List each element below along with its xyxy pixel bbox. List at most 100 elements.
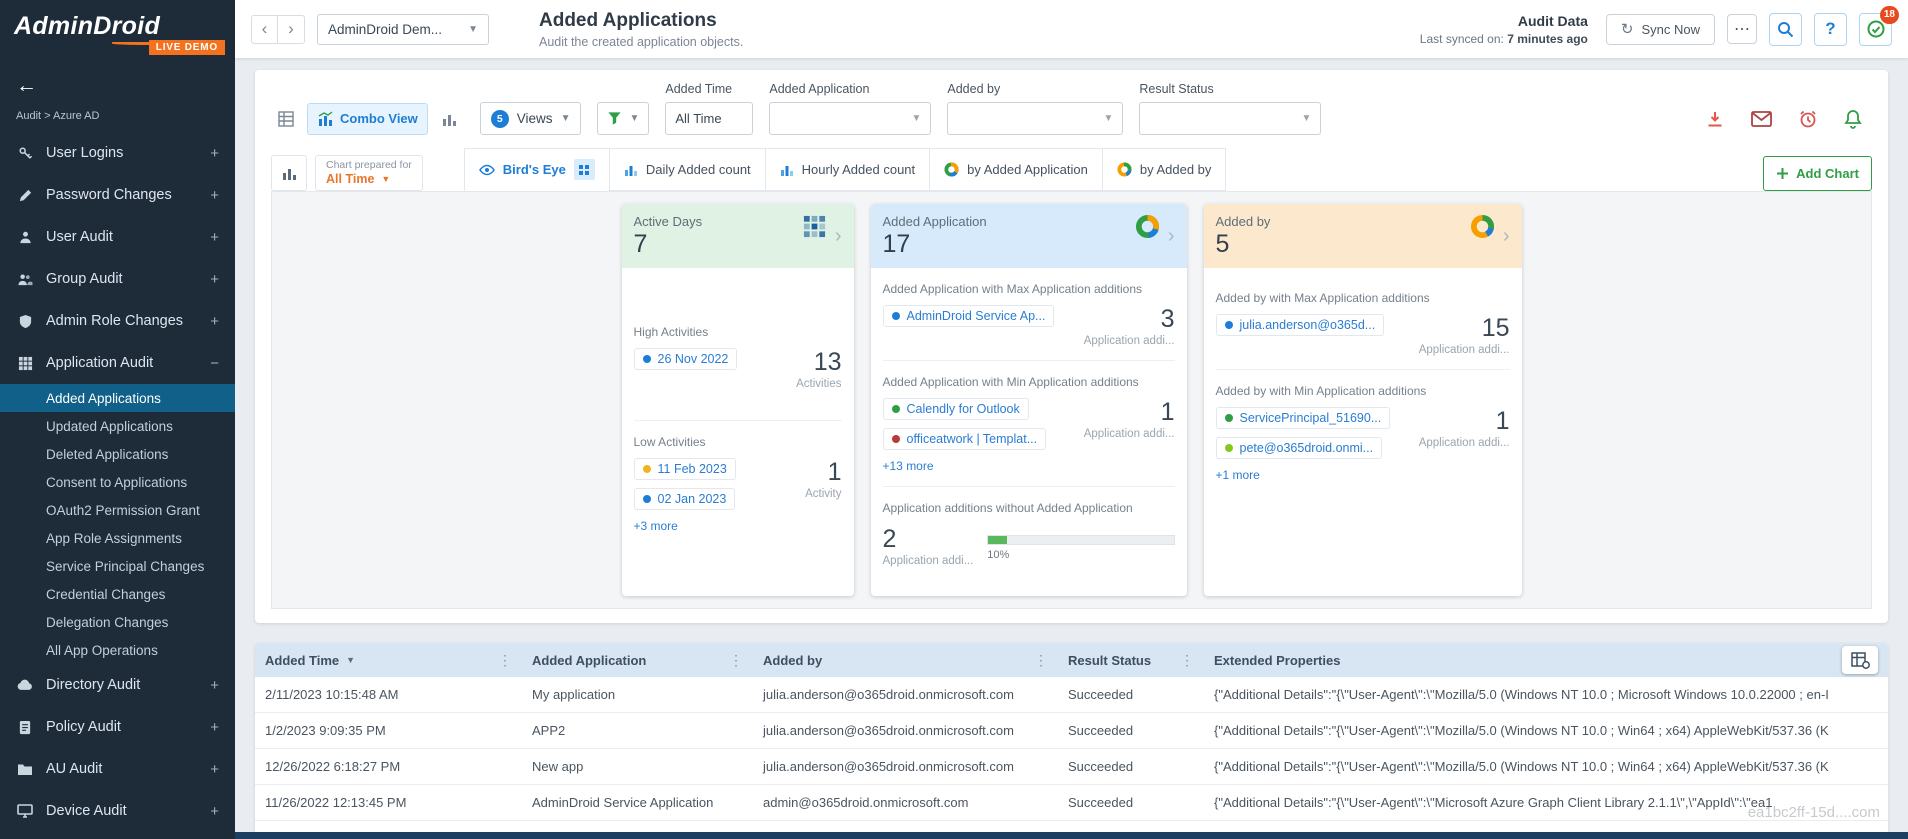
expand-icon[interactable]: +: [210, 761, 219, 778]
tab-birds-eye[interactable]: Bird's Eye: [463, 148, 610, 191]
sidebar-subitem[interactable]: Added Applications: [0, 384, 235, 412]
sidebar-subitem[interactable]: Credential Changes: [0, 580, 235, 608]
more-link[interactable]: +1 more: [1216, 468, 1510, 482]
sidebar-item-application-audit[interactable]: Application Audit −: [0, 342, 235, 384]
card-item-chip[interactable]: AdminDroid Service Ap...: [882, 305, 1055, 328]
expand-icon[interactable]: +: [210, 271, 219, 288]
expand-icon[interactable]: +: [210, 187, 219, 204]
tab-hourly-added-count[interactable]: Hourly Added count: [764, 148, 931, 191]
sync-now-button[interactable]: ↻ Sync Now: [1605, 13, 1715, 45]
column-header-extended-properties[interactable]: Extended Properties: [1204, 643, 1888, 677]
alert-bell-button[interactable]: [1844, 109, 1862, 129]
tab-by-added-application[interactable]: by Added Application: [929, 148, 1103, 191]
card-item-chip[interactable]: pete@o365droid.onmi...: [1215, 437, 1383, 460]
grid-view-button[interactable]: [271, 104, 301, 134]
expand-icon[interactable]: +: [210, 229, 219, 246]
sidebar-subitem[interactable]: App Role Assignments: [0, 524, 235, 552]
views-dropdown[interactable]: 5 Views ▼: [479, 102, 582, 135]
column-header-added-by[interactable]: Added by ⋮: [753, 643, 1058, 677]
more-link[interactable]: +3 more: [634, 519, 842, 533]
added-application-card-header[interactable]: Added Application 17 ›: [870, 204, 1187, 268]
more-options-button[interactable]: ⋯: [1727, 14, 1757, 44]
column-menu-icon[interactable]: ⋮: [721, 652, 743, 669]
added-application-filter-select[interactable]: ▼: [769, 102, 932, 135]
combo-view-button[interactable]: Combo View: [307, 102, 428, 135]
chart-type-selector-icon[interactable]: [573, 159, 595, 180]
add-chart-button[interactable]: Add Chart: [1763, 156, 1872, 191]
card-item-chip[interactable]: 02 Jan 2023: [633, 488, 736, 511]
search-button[interactable]: [1769, 12, 1802, 46]
column-header-result-status[interactable]: Result Status ⋮: [1058, 643, 1204, 677]
chart-prepared-for-dropdown[interactable]: Chart prepared for All Time ▼: [315, 155, 423, 191]
sidebar-item-user-logins[interactable]: User Logins +: [0, 132, 235, 174]
table-row[interactable]: 11/26/2022 12:13:45 PM AdminDroid Servic…: [255, 785, 1888, 821]
table-row[interactable]: 1/2/2023 9:09:35 PM APP2 julia.anderson@…: [255, 713, 1888, 749]
column-menu-icon[interactable]: ⋮: [1026, 652, 1048, 669]
collapse-icon[interactable]: −: [210, 355, 219, 372]
column-header-added-time[interactable]: Added Time ▼ ⋮: [255, 643, 522, 677]
sidebar-item-label: Application Audit: [46, 355, 154, 371]
export-download-button[interactable]: [1705, 109, 1725, 129]
sidebar-subitem[interactable]: OAuth2 Permission Grant: [0, 496, 235, 524]
history-back-button[interactable]: ‹: [251, 14, 278, 44]
tenant-selector[interactable]: AdminDroid Dem... ▼: [317, 13, 489, 45]
sidebar-subitem[interactable]: Service Principal Changes: [0, 552, 235, 580]
table-row[interactable]: 2/11/2023 10:15:48 AM My application jul…: [255, 677, 1888, 713]
added-by-filter-select[interactable]: ▼: [947, 102, 1124, 135]
sidebar-item-directory-audit[interactable]: Directory Audit +: [0, 664, 235, 706]
column-menu-icon[interactable]: ⋮: [490, 652, 512, 669]
sidebar-subitem[interactable]: Consent to Applications: [0, 468, 235, 496]
help-button[interactable]: ?: [1814, 12, 1847, 46]
tab-daily-added-count[interactable]: Daily Added count: [608, 148, 766, 191]
result-status-filter-select[interactable]: ▼: [1139, 102, 1322, 135]
sidebar-item-policy-audit[interactable]: Policy Audit +: [0, 706, 235, 748]
chevron-right-icon[interactable]: ›: [835, 225, 842, 248]
back-arrow-icon[interactable]: ←: [16, 74, 37, 97]
column-chooser-button[interactable]: [1842, 646, 1878, 674]
column-header-added-application[interactable]: Added Application ⋮: [522, 643, 753, 677]
more-link[interactable]: +13 more: [883, 459, 1175, 473]
column-menu-icon[interactable]: ⋮: [1172, 652, 1194, 669]
notifications-button[interactable]: 18: [1859, 5, 1899, 46]
card-item-chip[interactable]: Calendly for Outlook: [882, 398, 1029, 421]
sidebar-item-user-audit[interactable]: User Audit +: [0, 216, 235, 258]
sidebar-subitem-label: Consent to Applications: [46, 474, 188, 490]
watermark: ea1bc2ff-15d....com: [1747, 804, 1880, 821]
chevron-right-icon[interactable]: ›: [1168, 225, 1175, 248]
table-row[interactable]: 12/26/2022 6:18:27 PM New app julia.ande…: [255, 749, 1888, 785]
added-time-filter-value[interactable]: All Time: [665, 102, 754, 135]
chevron-right-icon[interactable]: ›: [1503, 225, 1510, 248]
active-days-card-header[interactable]: Active Days 7 ›: [621, 204, 854, 268]
card-item-chip[interactable]: officeatwork | Templat...: [882, 428, 1047, 451]
email-report-button[interactable]: [1751, 110, 1772, 127]
sidebar-subitem[interactable]: All App Operations: [0, 636, 235, 664]
horizontal-scrollbar[interactable]: [235, 832, 1908, 839]
sort-desc-icon[interactable]: ▼: [346, 655, 355, 665]
expand-icon[interactable]: +: [210, 145, 219, 162]
expand-icon[interactable]: +: [210, 719, 219, 736]
sidebar-item-label: Group Audit: [46, 271, 123, 287]
card-item-chip[interactable]: ServicePrincipal_51690...: [1215, 407, 1391, 430]
card-item-chip[interactable]: 26 Nov 2022: [633, 348, 738, 371]
chart-settings-button[interactable]: [271, 155, 307, 191]
cell-added-time: 12/26/2022 6:18:27 PM: [265, 759, 401, 774]
card-item-chip[interactable]: 11 Feb 2023: [633, 458, 736, 481]
expand-icon[interactable]: +: [210, 313, 219, 330]
expand-icon[interactable]: +: [210, 677, 219, 694]
filter-button[interactable]: ▼: [597, 102, 650, 135]
sidebar-subitem[interactable]: Delegation Changes: [0, 608, 235, 636]
expand-icon[interactable]: +: [210, 803, 219, 820]
sidebar-subitem[interactable]: Updated Applications: [0, 412, 235, 440]
sidebar-item-admin-role-changes[interactable]: Admin Role Changes +: [0, 300, 235, 342]
sidebar-subitem[interactable]: Deleted Applications: [0, 440, 235, 468]
card-item-chip[interactable]: julia.anderson@o365d...: [1215, 314, 1385, 337]
history-forward-button[interactable]: ›: [278, 14, 305, 44]
chart-view-button[interactable]: [434, 104, 464, 134]
sidebar-item-group-audit[interactable]: Group Audit +: [0, 258, 235, 300]
sidebar-item-au-audit[interactable]: AU Audit +: [0, 748, 235, 790]
schedule-button[interactable]: [1798, 109, 1818, 129]
sidebar-item-password-changes[interactable]: Password Changes +: [0, 174, 235, 216]
sidebar-item-device-audit[interactable]: Device Audit +: [0, 790, 235, 832]
added-by-card-header[interactable]: Added by 5 ›: [1203, 204, 1522, 268]
tab-by-added-by[interactable]: by Added by: [1101, 148, 1227, 191]
